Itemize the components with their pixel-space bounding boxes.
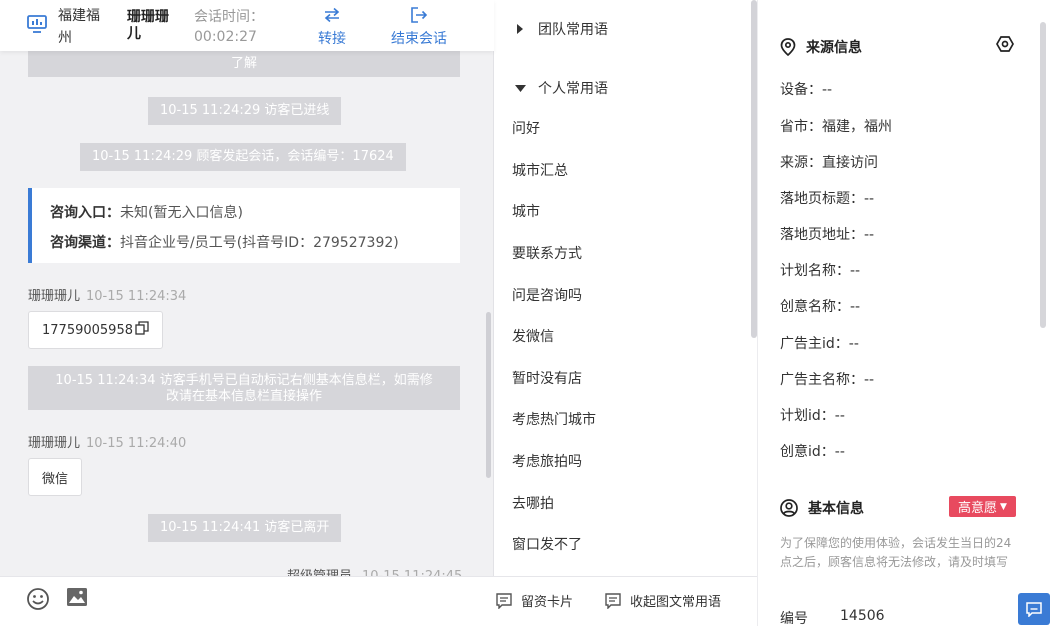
consult-info-card: 咨询入口：未知(暂无入口信息) 咨询渠道：抖音企业号/员工号(抖音号ID：279… xyxy=(28,188,460,263)
location-icon xyxy=(780,38,796,56)
basic-info-title: 基本信息 xyxy=(780,498,864,518)
phrase-item[interactable]: 问是咨询吗 xyxy=(512,285,582,305)
edit-notice: 为了保障您的使用体验，会话发生当日的24点之后，顾客信息将无法修改，请及时填写 xyxy=(780,536,1012,569)
phrases-toolbar: 留资卡片 收起图文常用语 xyxy=(494,576,757,626)
emoji-icon[interactable] xyxy=(26,587,50,615)
phrase-item[interactable]: 要联系方式 xyxy=(512,243,582,263)
phrase-item[interactable]: 去哪拍 xyxy=(512,493,554,513)
visitor-city: 福建福州 xyxy=(58,8,100,46)
message-sender: 珊珊珊儿 10-15 11:24:34 xyxy=(28,289,187,304)
visitor-info-panel: 来源信息 设备：-- 省市：福建，福州 来源：直接访问 落地页标题：-- 落地页… xyxy=(757,0,1051,626)
phrase-item[interactable]: 发微信 xyxy=(512,326,554,346)
message-bubble[interactable]: 微信 xyxy=(28,458,83,496)
caret-down-icon xyxy=(512,82,528,94)
source-field: 计划id：-- xyxy=(780,408,845,424)
source-field: 落地页标题：-- xyxy=(780,191,875,207)
image-icon[interactable] xyxy=(66,587,88,611)
phrase-item[interactable]: 考虑旅拍吗 xyxy=(512,451,582,471)
source-field: 创意id：-- xyxy=(780,444,845,460)
system-message: 10-15 11:24:29 访客已进线 xyxy=(148,97,342,125)
consult-channel-row: 咨询渠道：抖音企业号/员工号(抖音号ID：279527392) xyxy=(50,235,399,251)
user-icon xyxy=(780,499,798,517)
system-message: 10-15 11:24:34 访客手机号已自动标记右侧基本信息栏，如需修 改请在… xyxy=(28,366,460,410)
phrases-panel: 团队常用语 个人常用语 问好 城市汇总 城市 要联系方式 问是咨询吗 发微信 暂… xyxy=(494,0,757,626)
phrase-item[interactable]: 城市汇总 xyxy=(512,160,568,180)
chat-icon xyxy=(1026,601,1042,617)
source-field: 广告主名称：-- xyxy=(780,372,875,388)
source-field: 来源：直接访问 xyxy=(780,155,878,171)
consult-entry-row: 咨询入口：未知(暂无入口信息) xyxy=(50,205,243,221)
chat-workspace: 福建福州 珊珊珊儿 会话时间： 00:02:27 转接 结束会话 了解 10-1… xyxy=(0,0,1051,626)
lead-card-button[interactable]: 留资卡片 xyxy=(496,591,573,610)
message-text: 微信 xyxy=(42,471,69,487)
collapse-phrases-button[interactable]: 收起图文常用语 xyxy=(605,591,721,610)
caret-down-icon: ▼ xyxy=(1000,501,1007,512)
caret-right-icon xyxy=(512,23,528,35)
transfer-icon xyxy=(318,4,346,26)
chat-toolbar xyxy=(0,576,494,626)
feedback-button[interactable] xyxy=(1018,593,1050,625)
copy-icon[interactable] xyxy=(135,321,149,339)
session-header: 福建福州 珊珊珊儿 会话时间： 00:02:27 转接 结束会话 xyxy=(0,0,494,51)
message-icon xyxy=(496,592,512,609)
team-phrases-group[interactable]: 团队常用语 xyxy=(512,19,608,39)
session-time-label: 会话时间： xyxy=(194,9,264,25)
phrase-item[interactable]: 城市 xyxy=(512,201,540,221)
exit-icon xyxy=(391,4,447,26)
transfer-button[interactable]: 转接 xyxy=(318,4,346,48)
source-field: 广告主id：-- xyxy=(780,336,859,352)
settings-icon[interactable] xyxy=(996,36,1014,56)
chat-scrollbar[interactable] xyxy=(486,312,491,478)
source-field: 落地页地址：-- xyxy=(780,227,875,243)
id-value: 14506 xyxy=(840,608,885,624)
message-icon xyxy=(605,592,621,609)
phrase-item[interactable]: 暂时没有店 xyxy=(512,368,582,388)
source-field: 创意名称：-- xyxy=(780,299,861,315)
chat-panel: 福建福州 珊珊珊儿 会话时间： 00:02:27 转接 结束会话 了解 10-1… xyxy=(0,0,494,626)
personal-phrases-group[interactable]: 个人常用语 xyxy=(512,78,608,98)
source-field: 计划名称：-- xyxy=(780,263,861,279)
transfer-label: 转接 xyxy=(318,31,346,47)
end-session-label: 结束会话 xyxy=(391,31,447,47)
monitor-icon xyxy=(27,15,47,37)
system-message: 10-15 11:24:29 顾客发起会话，会话编号：17624 xyxy=(80,143,406,171)
end-session-button[interactable]: 结束会话 xyxy=(391,4,447,48)
info-scrollbar[interactable] xyxy=(1040,22,1046,328)
phrase-item[interactable]: 窗口发不了 xyxy=(512,534,582,554)
message-sender: 珊珊珊儿 10-15 11:24:40 xyxy=(28,436,187,451)
source-field: 设备：-- xyxy=(780,82,833,98)
message-text: 17759005958 xyxy=(42,322,133,338)
phrase-item[interactable]: 考虑热门城市 xyxy=(512,409,596,429)
agent-name: 珊珊珊儿 xyxy=(127,9,169,42)
id-label: 编号 xyxy=(780,611,808,626)
message-bubble[interactable]: 17759005958 xyxy=(28,311,163,349)
intent-level-dropdown[interactable]: 高意愿 ▼ xyxy=(949,496,1016,517)
phrase-item[interactable]: 问好 xyxy=(512,118,540,138)
system-message: 10-15 11:24:41 访客已离开 xyxy=(148,514,342,542)
source-info-title: 来源信息 xyxy=(780,37,862,57)
source-field: 省市：福建，福州 xyxy=(780,119,892,135)
session-time-value: 00:02:27 xyxy=(194,29,257,45)
